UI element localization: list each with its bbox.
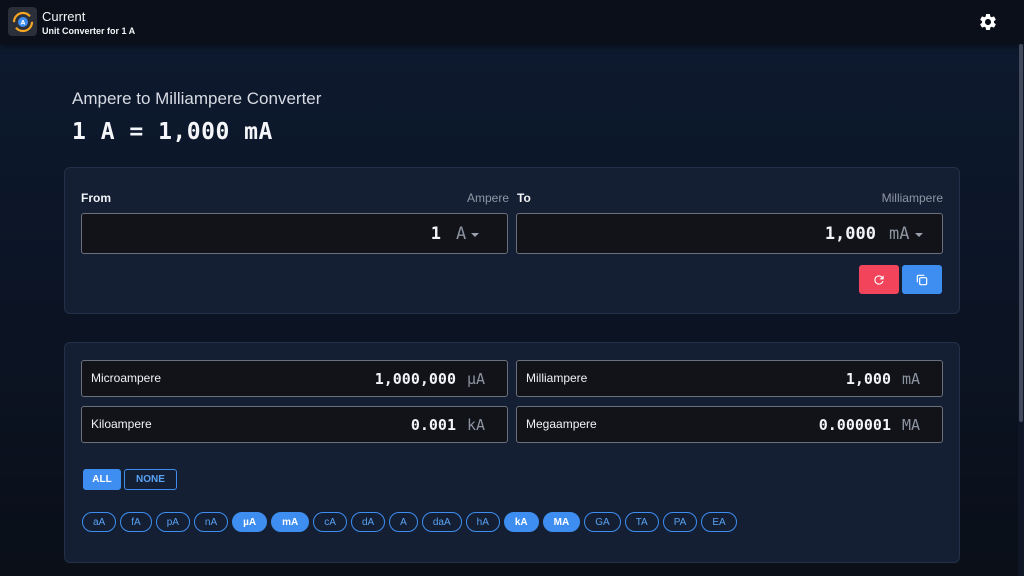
select-none-button[interactable]: NONE (124, 469, 177, 490)
conversion-row-milliampere[interactable]: Milliampere 1,000 mA (516, 360, 943, 397)
to-value-output[interactable]: 1,000 (825, 224, 876, 244)
conversions-card: Microampere 1,000,000 µA Milliampere 1,0… (64, 342, 960, 563)
unit-value: 1,000 (845, 370, 891, 388)
unit-name: Microampere (91, 371, 162, 385)
unit-chip-list: aA fA pA nA µA mA cA dA A daA hA kA MA G… (82, 512, 737, 532)
unit-chip[interactable]: daA (421, 512, 462, 532)
unit-chip[interactable]: GA (584, 512, 621, 532)
unit-chip[interactable]: µA (232, 512, 268, 532)
unit-name: Kiloampere (91, 417, 152, 431)
unit-chip[interactable]: aA (82, 512, 117, 532)
to-label: To (517, 191, 531, 205)
unit-symbol: mA (902, 370, 921, 388)
select-all-button[interactable]: ALL (83, 469, 121, 490)
app-title: Current (42, 9, 86, 24)
from-value-input[interactable]: 1 (431, 224, 441, 244)
unit-chip[interactable]: PA (662, 512, 698, 532)
unit-chip[interactable]: EA (701, 512, 737, 532)
app-header: A Current Unit Converter for 1 A (0, 0, 1024, 44)
conversion-result: 1 A = 1,000 mA (72, 119, 273, 145)
to-unit-name: Milliampere (881, 191, 943, 205)
unit-chip[interactable]: A (389, 512, 418, 532)
unit-chip[interactable]: fA (120, 512, 152, 532)
from-label: From (81, 191, 111, 205)
unit-name: Megaampere (526, 417, 597, 431)
unit-symbol: MA (902, 416, 921, 434)
unit-name: Milliampere (526, 371, 588, 385)
to-field[interactable]: 1,000 mA (516, 213, 943, 254)
reset-button[interactable] (859, 265, 899, 294)
chevron-down-icon[interactable] (915, 233, 923, 237)
unit-value: 0.000001 (818, 416, 891, 434)
unit-chip[interactable]: kA (503, 512, 539, 532)
unit-chip[interactable]: cA (313, 512, 347, 532)
scrollbar-thumb[interactable] (1019, 44, 1023, 422)
from-unit-select[interactable]: A (456, 224, 466, 244)
copy-button[interactable] (902, 265, 942, 294)
from-unit-name: Ampere (466, 191, 509, 205)
unit-symbol: µA (467, 370, 486, 388)
unit-chip[interactable]: mA (271, 512, 310, 532)
refresh-icon (872, 273, 886, 287)
page-title: Ampere to Milliampere Converter (72, 89, 322, 108)
unit-symbol: kA (467, 416, 486, 434)
unit-chip[interactable]: TA (624, 512, 659, 532)
to-unit-select[interactable]: mA (889, 224, 909, 244)
app-subtitle: Unit Converter for 1 A (42, 26, 136, 36)
svg-text:A: A (20, 19, 25, 26)
gear-icon[interactable] (977, 11, 999, 33)
conversion-row-megaampere[interactable]: Megaampere 0.000001 MA (516, 406, 943, 443)
converter-card: From Ampere 1 A To Milliampere 1,000 mA (64, 167, 960, 314)
unit-chip[interactable]: hA (465, 512, 500, 532)
copy-icon (915, 273, 929, 287)
unit-chip[interactable]: nA (193, 512, 229, 532)
unit-value: 1,000,000 (374, 370, 456, 388)
unit-value: 0.001 (410, 416, 456, 434)
unit-chip[interactable]: dA (350, 512, 386, 532)
from-field[interactable]: 1 A (81, 213, 508, 254)
unit-chip[interactable]: MA (542, 512, 581, 532)
conversion-row-kiloampere[interactable]: Kiloampere 0.001 kA (81, 406, 508, 443)
unit-chip[interactable]: pA (155, 512, 190, 532)
chevron-down-icon[interactable] (471, 233, 479, 237)
scrollbar[interactable] (1018, 44, 1024, 576)
conversion-row-microampere[interactable]: Microampere 1,000,000 µA (81, 360, 508, 397)
current-converter-icon: A (8, 7, 37, 36)
